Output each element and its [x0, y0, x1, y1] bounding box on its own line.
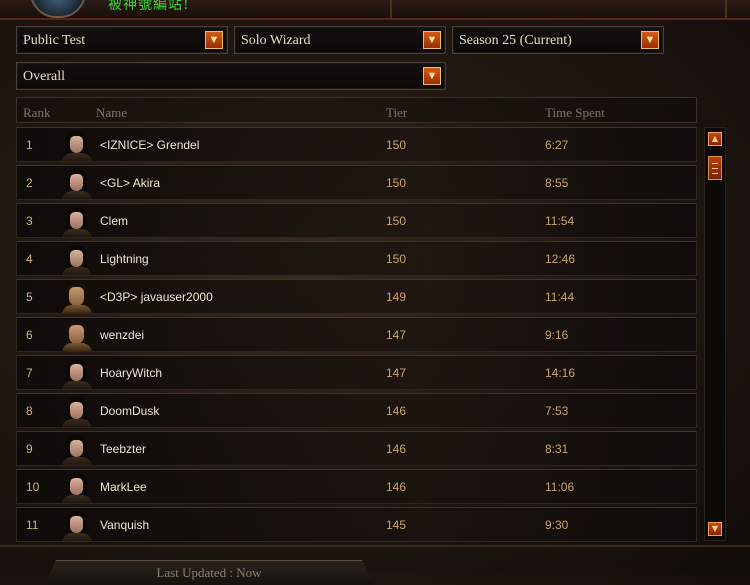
rank-cell: 2	[26, 176, 33, 190]
player-name[interactable]: Teebzter	[100, 442, 146, 456]
category-dropdown-label: Solo Wizard	[241, 33, 311, 48]
time-cell: 12:46	[545, 252, 576, 266]
scrollbar-thumb[interactable]	[708, 156, 722, 180]
leaderboard-row[interactable]: 6 wenzdei 147 9:16	[16, 317, 697, 352]
rank-cell: 9	[26, 442, 33, 456]
time-cell: 8:31	[545, 442, 569, 456]
time-cell: 9:30	[545, 518, 569, 532]
scroll-up-icon[interactable]: ▲	[708, 132, 722, 146]
last-updated-label: Last Updated : Now	[156, 565, 262, 580]
female-wizard-portrait-icon	[61, 470, 93, 503]
leaderboard-row[interactable]: 9 Teebzter 146 8:31	[16, 431, 697, 466]
column-header-tier[interactable]: Tier	[386, 105, 407, 121]
rank-cell: 7	[26, 366, 33, 380]
tier-cell: 146	[386, 404, 407, 418]
class-emblem-icon	[30, 0, 86, 18]
scope-dropdown-label: Overall	[23, 69, 65, 84]
rank-cell: 3	[26, 214, 33, 228]
rank-cell: 4	[26, 252, 33, 266]
season-dropdown-label: Season 25 (Current)	[459, 33, 572, 48]
tier-cell: 150	[386, 176, 407, 190]
female-wizard-portrait-icon	[61, 128, 93, 161]
player-name[interactable]: wenzdei	[100, 328, 144, 342]
player-name[interactable]: HoaryWitch	[100, 366, 162, 380]
leaderboard-row[interactable]: 2 <GL> Akira 150 8:55	[16, 165, 697, 200]
top-banner: 被神號編站!	[0, 0, 750, 20]
female-wizard-portrait-icon	[61, 394, 93, 427]
rank-cell: 10	[26, 480, 40, 494]
tier-cell: 146	[386, 442, 407, 456]
player-name[interactable]: DoomDusk	[100, 404, 159, 418]
tier-cell: 147	[386, 328, 407, 342]
rank-cell: 8	[26, 404, 33, 418]
scope-dropdown[interactable]: Overall ▼	[16, 62, 446, 90]
female-wizard-portrait-icon	[61, 432, 93, 465]
scroll-down-icon[interactable]: ▼	[708, 522, 722, 536]
player-name[interactable]: <GL> Akira	[100, 176, 160, 190]
leaderboard-row[interactable]: 11 Vanquish 145 9:30	[16, 507, 697, 542]
female-wizard-portrait-icon	[61, 242, 93, 275]
tier-cell: 150	[386, 252, 407, 266]
time-cell: 7:53	[545, 404, 569, 418]
footer-bar: Last Updated : Now	[44, 560, 374, 585]
chevron-down-icon[interactable]: ▼	[641, 31, 659, 49]
time-cell: 14:16	[545, 366, 576, 380]
rank-cell: 5	[26, 290, 33, 304]
region-dropdown-label: Public Test	[23, 33, 86, 48]
tier-cell: 146	[386, 480, 407, 494]
banner-text: 被神號編站!	[108, 0, 190, 13]
leaderboard-row[interactable]: 5 <D3P> javauser2000 149 11:44	[16, 279, 697, 314]
player-name[interactable]: MarkLee	[100, 480, 147, 494]
leaderboard-row[interactable]: 8 DoomDusk 146 7:53	[16, 393, 697, 428]
column-header-name[interactable]: Name	[96, 105, 127, 121]
tier-cell: 149	[386, 290, 407, 304]
leaderboard-row[interactable]: 10 MarkLee 146 11:06	[16, 469, 697, 504]
tier-cell: 150	[386, 214, 407, 228]
banner-divider	[390, 0, 392, 18]
male-wizard-portrait-icon	[61, 280, 93, 313]
leaderboard-row[interactable]: 1 <IZNICE> Grendel 150 6:27	[16, 127, 697, 162]
female-wizard-portrait-icon	[61, 166, 93, 199]
time-cell: 8:55	[545, 176, 569, 190]
chevron-down-icon[interactable]: ▼	[205, 31, 223, 49]
female-wizard-portrait-icon	[61, 356, 93, 389]
player-name[interactable]: Vanquish	[100, 518, 149, 532]
tier-cell: 145	[386, 518, 407, 532]
rank-cell: 1	[26, 138, 33, 152]
chevron-down-icon[interactable]: ▼	[423, 67, 441, 85]
female-wizard-portrait-icon	[61, 508, 93, 541]
leaderboard-row[interactable]: 4 Lightning 150 12:46	[16, 241, 697, 276]
rank-cell: 11	[26, 518, 39, 532]
leaderboard-row[interactable]: 3 Clem 150 11:54	[16, 203, 697, 238]
time-cell: 11:06	[545, 480, 575, 494]
time-cell: 9:16	[545, 328, 569, 342]
female-wizard-portrait-icon	[61, 204, 93, 237]
region-dropdown[interactable]: Public Test ▼	[16, 26, 228, 54]
player-name[interactable]: Lightning	[100, 252, 149, 266]
season-dropdown[interactable]: Season 25 (Current) ▼	[452, 26, 664, 54]
leaderboard-list: 1 <IZNICE> Grendel 150 6:27 2 <GL> Akira…	[16, 127, 697, 545]
male-wizard-portrait-icon	[61, 318, 93, 351]
time-cell: 11:44	[545, 290, 575, 304]
leaderboard-header: Rank Name Tier Time Spent	[16, 97, 697, 123]
leaderboard-scrollbar[interactable]: ▲ ▼	[704, 127, 726, 541]
rank-cell: 6	[26, 328, 33, 342]
banner-divider	[725, 0, 727, 18]
time-cell: 11:54	[545, 214, 575, 228]
column-header-time[interactable]: Time Spent	[545, 105, 605, 121]
player-name[interactable]: Clem	[100, 214, 128, 228]
player-name[interactable]: <IZNICE> Grendel	[100, 138, 199, 152]
panel-bottom-border	[0, 545, 750, 547]
time-cell: 6:27	[545, 138, 569, 152]
column-header-rank[interactable]: Rank	[23, 105, 50, 121]
leaderboard-row[interactable]: 7 HoaryWitch 147 14:16	[16, 355, 697, 390]
tier-cell: 150	[386, 138, 407, 152]
category-dropdown[interactable]: Solo Wizard ▼	[234, 26, 446, 54]
chevron-down-icon[interactable]: ▼	[423, 31, 441, 49]
tier-cell: 147	[386, 366, 407, 380]
player-name[interactable]: <D3P> javauser2000	[100, 290, 213, 304]
